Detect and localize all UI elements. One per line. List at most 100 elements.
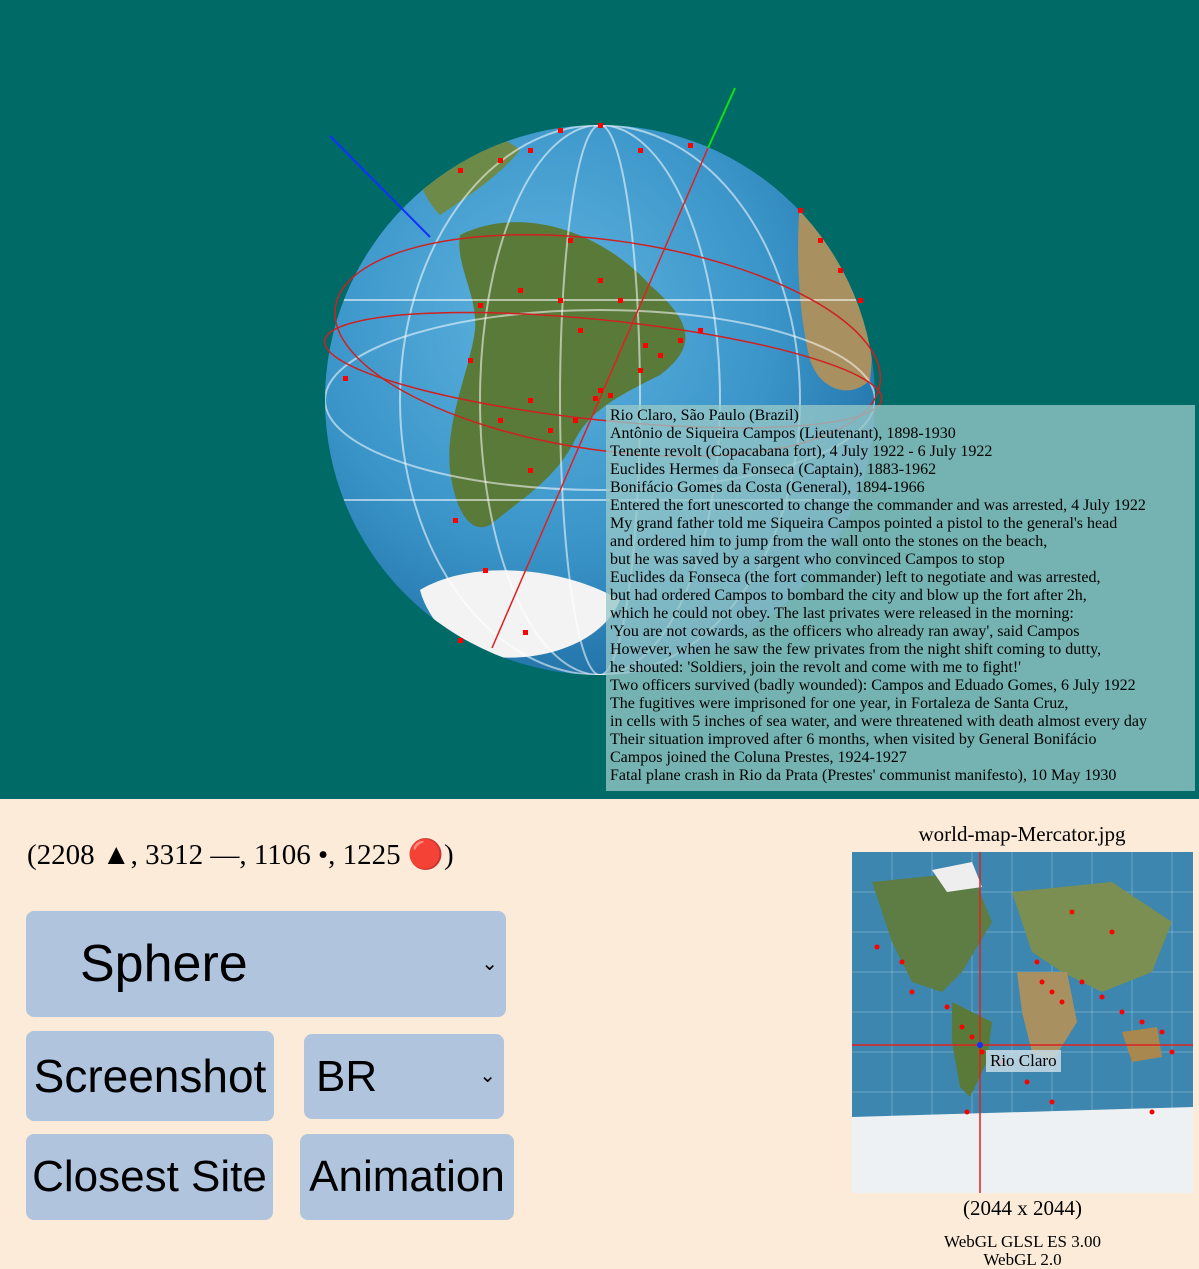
feature-counts: (2208 ▲, 3312 —, 1106 •, 1225 🔴) [27, 839, 454, 871]
chevron-down-icon: ⌄ [479, 1065, 496, 1087]
minimap-marker [1159, 1029, 1165, 1035]
site-info-line: and ordered him to jump from the wall on… [610, 533, 1048, 550]
site-marker [523, 630, 528, 635]
minimap-marker [1069, 909, 1075, 915]
site-info-line: 'You are not cowards, as the officers wh… [610, 623, 1080, 640]
webgl-version: WebGL 2.0 [983, 1250, 1062, 1269]
minimap-marker [1149, 1109, 1155, 1115]
screenshot-button[interactable]: Screenshot [26, 1031, 274, 1121]
site-marker [478, 303, 483, 308]
site-info-line: Their situation improved after 6 months,… [610, 731, 1097, 748]
minimap-marker [1049, 989, 1055, 995]
site-marker [618, 298, 623, 303]
site-marker [678, 338, 683, 343]
site-marker [643, 343, 648, 348]
minimap-marker [1099, 994, 1105, 1000]
minimap-marker [1079, 979, 1085, 985]
site-marker [458, 638, 463, 643]
site-info-panel: Rio Claro, São Paulo (Brazil) Antônio de … [606, 405, 1195, 791]
minimap-marker [969, 1034, 975, 1040]
globe-canvas[interactable]: Rio Claro, São Paulo (Brazil) Antônio de … [0, 0, 1199, 799]
minimap-title: world-map-Mercator.jpg [918, 822, 1126, 846]
site-info-line: but had ordered Campos to bombard the ci… [610, 587, 1087, 604]
site-info-line: Bonifácio Gomes da Costa (General), 1894… [610, 479, 925, 496]
site-marker [593, 396, 598, 401]
site-marker [343, 376, 348, 381]
site-marker [578, 328, 583, 333]
minimap-marker [959, 1024, 965, 1030]
country-select-value: BR [316, 1052, 378, 1101]
axis-blue [329, 135, 431, 238]
site-marker [528, 398, 533, 403]
shape-select[interactable]: Sphere ⌄ [26, 911, 506, 1017]
animation-button[interactable]: Animation [300, 1134, 514, 1220]
site-info-line: Euclides da Fonseca (the fort commander)… [610, 569, 1101, 586]
site-marker [798, 208, 803, 213]
site-marker [658, 353, 663, 358]
site-marker [498, 418, 503, 423]
site-info-line: in cells with 5 inches of sea water, and… [610, 713, 1147, 730]
chevron-down-icon: ⌄ [481, 953, 498, 975]
site-marker [858, 298, 863, 303]
site-info-line: but he was saved by a sargent who convin… [610, 551, 1005, 568]
minimap-image[interactable] [852, 852, 1193, 1193]
site-marker [528, 468, 533, 473]
site-marker [698, 328, 703, 333]
site-info-line: which he could not obey. The last privat… [610, 605, 1074, 622]
minimap[interactable]: Rio Claro [852, 852, 1193, 1193]
site-marker [483, 568, 488, 573]
site-marker [638, 368, 643, 373]
minimap-marker [899, 959, 905, 965]
minimap-marker [964, 1109, 970, 1115]
minimap-marker [1049, 1099, 1055, 1105]
minimap-marker [1139, 1019, 1145, 1025]
minimap-location-label: Rio Claro [986, 1050, 1061, 1072]
minimap-marker [1169, 1049, 1175, 1055]
site-info-line: Euclides Hermes da Fonseca (Captain), 18… [610, 461, 937, 478]
minimap-marker [1039, 979, 1045, 985]
site-marker [598, 123, 603, 128]
site-marker [568, 238, 573, 243]
site-info-line: Fatal plane crash in Rio da Prata (Prest… [610, 767, 1117, 784]
site-info-line: Tenente revolt (Copacabana fort), 4 July… [610, 443, 993, 460]
site-marker [458, 168, 463, 173]
site-marker [838, 268, 843, 273]
site-marker [558, 128, 563, 133]
country-select[interactable]: BR ⌄ [304, 1034, 504, 1119]
minimap-marker [1059, 999, 1065, 1005]
site-info-line: The fugitives were imprisoned for one ye… [610, 695, 1069, 712]
site-marker [498, 158, 503, 163]
site-info-line: However, when he saw the few privates fr… [610, 641, 1102, 658]
minimap-marker [1109, 929, 1115, 935]
axis-green [707, 87, 736, 149]
shape-select-value: Sphere [80, 935, 248, 993]
minimap-marker [1024, 1079, 1030, 1085]
minimap-marker [944, 1004, 950, 1010]
site-marker [598, 278, 603, 283]
site-marker [548, 428, 553, 433]
site-marker [608, 393, 613, 398]
site-marker [818, 238, 823, 243]
webgl-glsl-version: WebGL GLSL ES 3.00 [944, 1232, 1101, 1251]
minimap-dimensions: (2044 x 2044) [963, 1196, 1082, 1220]
minimap-marker [979, 1049, 985, 1055]
site-marker [688, 143, 693, 148]
site-marker [528, 148, 533, 153]
site-marker [558, 298, 563, 303]
minimap-marker [1119, 1009, 1125, 1015]
site-info-line: Rio Claro, São Paulo (Brazil) [610, 407, 799, 424]
site-info-line: Antônio de Siqueira Campos (Lieutenant),… [610, 425, 956, 442]
site-info-line: My grand father told me Siqueira Campos … [610, 515, 1118, 532]
site-info-line: Two officers survived (badly wounded): C… [610, 677, 1136, 694]
site-marker [573, 418, 578, 423]
minimap-marker [909, 989, 915, 995]
minimap-marker [874, 944, 880, 950]
closest-site-button[interactable]: Closest Site [26, 1134, 273, 1220]
site-info-line: Entered the fort unescorted to change th… [610, 497, 1146, 514]
site-marker [518, 288, 523, 293]
site-info-line: he shouted: 'Soldiers, join the revolt a… [610, 659, 1022, 676]
site-marker [468, 358, 473, 363]
site-marker [453, 518, 458, 523]
site-info-line: Campos joined the Coluna Prestes, 1924-1… [610, 749, 907, 766]
site-marker [598, 388, 603, 393]
